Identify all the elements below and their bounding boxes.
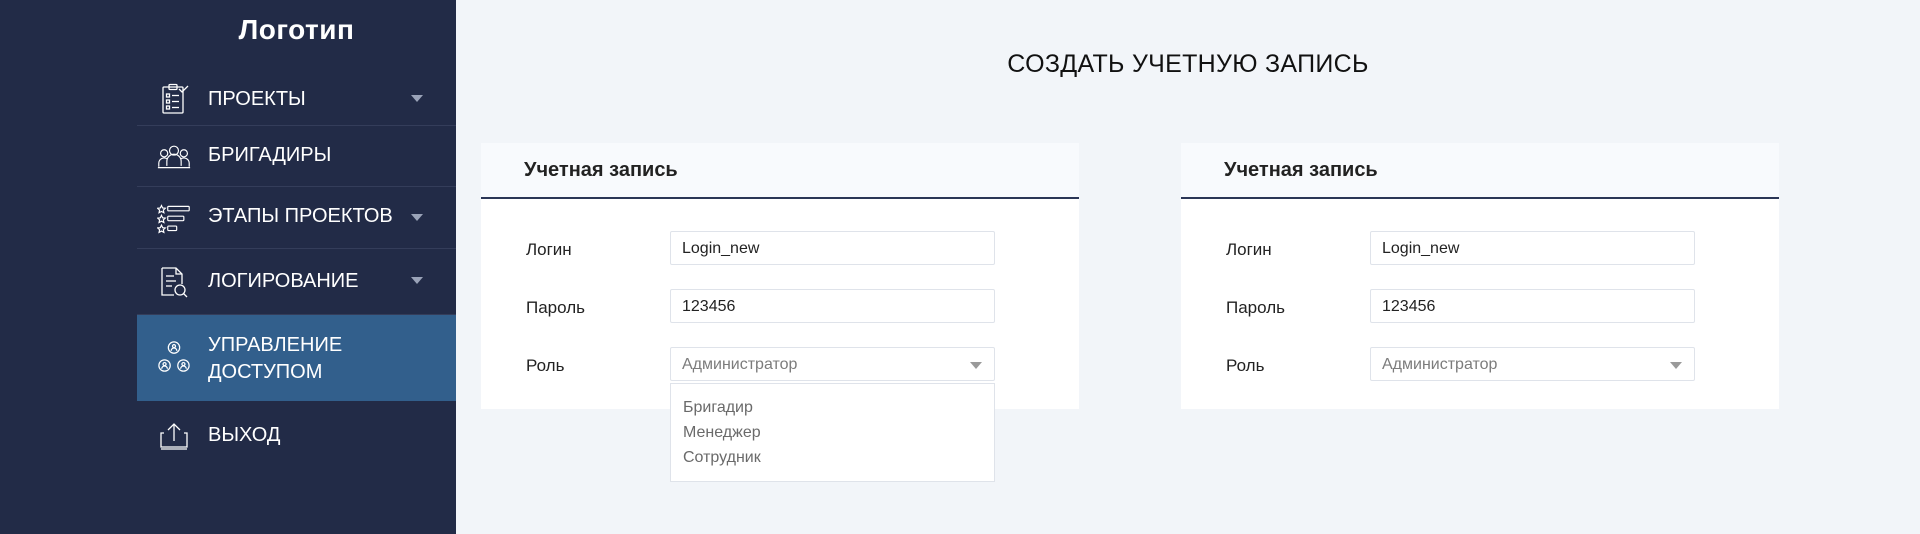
chevron-down-icon[interactable] xyxy=(411,214,423,221)
logout-upload-icon xyxy=(157,419,191,453)
chevron-down-icon[interactable] xyxy=(411,95,423,102)
login-label: Логин xyxy=(1226,240,1272,259)
login-row: Логин Login_new xyxy=(481,231,1079,267)
access-users-icon xyxy=(157,340,191,374)
role-select[interactable]: Администратор xyxy=(1370,347,1695,381)
password-label: Пароль xyxy=(1226,298,1285,317)
sidebar-item-label: Проекты xyxy=(208,88,306,110)
sidebar-background-left xyxy=(0,0,137,534)
logo[interactable]: Логотип xyxy=(137,14,456,46)
role-select[interactable]: Администратор xyxy=(670,347,995,381)
role-row: Роль Администратор xyxy=(481,347,1079,383)
role-option-manager[interactable]: Менеджер xyxy=(671,420,994,445)
account-card: Учетная запись Логин Login_new Пароль 12… xyxy=(481,143,1079,409)
sidebar-item-foremen[interactable]: Бригадиры xyxy=(137,126,456,187)
sidebar-item-logging[interactable]: Логирование xyxy=(137,249,456,315)
sidebar-item-projects[interactable]: Проекты xyxy=(137,72,456,126)
sidebar-item-label: Логирование xyxy=(208,270,359,292)
stages-list-icon xyxy=(157,201,191,235)
card-header: Учетная запись xyxy=(481,143,1079,199)
role-option-employee[interactable]: Сотрудник xyxy=(671,445,994,470)
login-row: Логин Login_new xyxy=(1181,231,1779,267)
password-row: Пароль 123456 xyxy=(481,289,1079,325)
sidebar-item-label: Этапы проектов xyxy=(208,205,393,227)
password-label: Пароль xyxy=(526,298,585,317)
chevron-down-icon xyxy=(970,362,982,369)
chevron-down-icon[interactable] xyxy=(411,277,423,284)
role-row: Роль Администратор xyxy=(1181,347,1779,383)
sidebar: Логотип Проекты Бригадиры xyxy=(137,0,456,534)
document-search-icon xyxy=(157,265,191,299)
login-label: Логин xyxy=(526,240,572,259)
chevron-down-icon xyxy=(1670,362,1682,369)
account-card: Учетная запись Логин Login_new Пароль 12… xyxy=(1181,143,1779,409)
login-input[interactable]: Login_new xyxy=(1370,231,1695,265)
sidebar-item-label: Выход xyxy=(208,424,281,446)
sidebar-item-label-line1: Управление xyxy=(208,334,343,356)
sidebar-item-label-line2: доступом xyxy=(208,361,323,383)
card-header: Учетная запись xyxy=(1181,143,1779,199)
clipboard-check-icon xyxy=(157,82,191,116)
team-icon xyxy=(157,139,191,173)
sidebar-item-access-control[interactable]: Управление доступом xyxy=(137,315,456,401)
sidebar-item-label: Бригадиры xyxy=(208,144,332,166)
password-input[interactable]: 123456 xyxy=(670,289,995,323)
page-title: СОЗДАТЬ УЧЕТНУЮ ЗАПИСЬ xyxy=(1007,50,1369,78)
role-label: Роль xyxy=(1226,356,1265,375)
password-row: Пароль 123456 xyxy=(1181,289,1779,325)
role-select-value: Администратор xyxy=(682,356,798,373)
login-input[interactable]: Login_new xyxy=(670,231,995,265)
role-dropdown-menu: Бригадир Менеджер Сотрудник xyxy=(670,383,995,482)
sidebar-item-logout[interactable]: Выход xyxy=(137,401,456,471)
role-select-value: Администратор xyxy=(1382,356,1498,373)
role-label: Роль xyxy=(526,356,565,375)
sidebar-item-project-stages[interactable]: Этапы проектов xyxy=(137,187,456,249)
role-option-foreman[interactable]: Бригадир xyxy=(671,395,994,420)
password-input[interactable]: 123456 xyxy=(1370,289,1695,323)
